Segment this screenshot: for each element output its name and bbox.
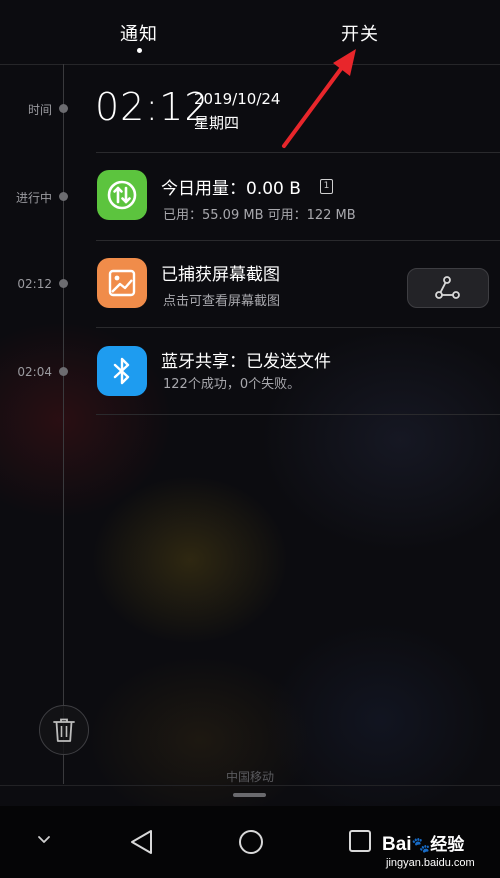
sim-card-icon: 1 [320, 179, 333, 194]
watermark-logo: Bai🐾经验 [382, 834, 465, 855]
notification-shade: 通知 开关 时间 进行中 02:12 02:04 02:12 2019/10/2… [0, 0, 500, 878]
timeline-dot [59, 279, 68, 288]
divider [96, 414, 500, 415]
carrier-label: 中国移动 [225, 770, 274, 784]
bluetooth-title: 蓝牙共享：已发送文件 [161, 352, 331, 372]
timeline-dot [59, 104, 68, 113]
screenshot-title: 已捕获屏幕截图 [161, 265, 280, 285]
data-usage-app-icon [97, 170, 147, 220]
timeline-dot [59, 192, 68, 201]
timeline-dot [59, 367, 68, 376]
screenshot-subtitle: 点击可查看屏幕截图 [163, 294, 281, 309]
data-usage-title: 今日用量：0.00 B [161, 179, 301, 199]
divider [96, 152, 500, 153]
bluetooth-subtitle: 122个成功，0个失败。 [163, 377, 301, 392]
share-icon [435, 276, 460, 299]
timeline-label-screenshot-time: 02:12 [17, 277, 52, 291]
data-usage-subtitle: 已用：55.09 MB 可用：122 MB [163, 208, 356, 223]
collapse-chevron-icon[interactable] [36, 834, 52, 846]
recents-icon[interactable] [347, 828, 373, 854]
share-screenshot-button[interactable] [407, 268, 489, 308]
trash-icon [53, 718, 75, 742]
watermark-url: jingyan.baidu.com [386, 857, 475, 869]
clock-time: 02:12 [95, 85, 210, 129]
bluetooth-app-icon [97, 346, 147, 396]
clear-all-button[interactable] [39, 705, 89, 755]
divider [0, 785, 500, 786]
drag-handle[interactable] [233, 793, 266, 797]
divider [96, 327, 500, 328]
clock-weekday: 星期四 [194, 114, 240, 132]
timeline-label-bluetooth-time: 02:04 [17, 365, 52, 379]
back-icon[interactable] [129, 828, 155, 856]
clock-date: 2019/10/24 [194, 90, 281, 108]
timeline-label-ongoing: 进行中 [15, 191, 52, 205]
timeline-line [63, 64, 64, 784]
timeline-label-time: 时间 [27, 103, 52, 117]
home-icon[interactable] [237, 828, 265, 856]
screenshot-app-icon [97, 258, 147, 308]
divider [96, 240, 500, 241]
